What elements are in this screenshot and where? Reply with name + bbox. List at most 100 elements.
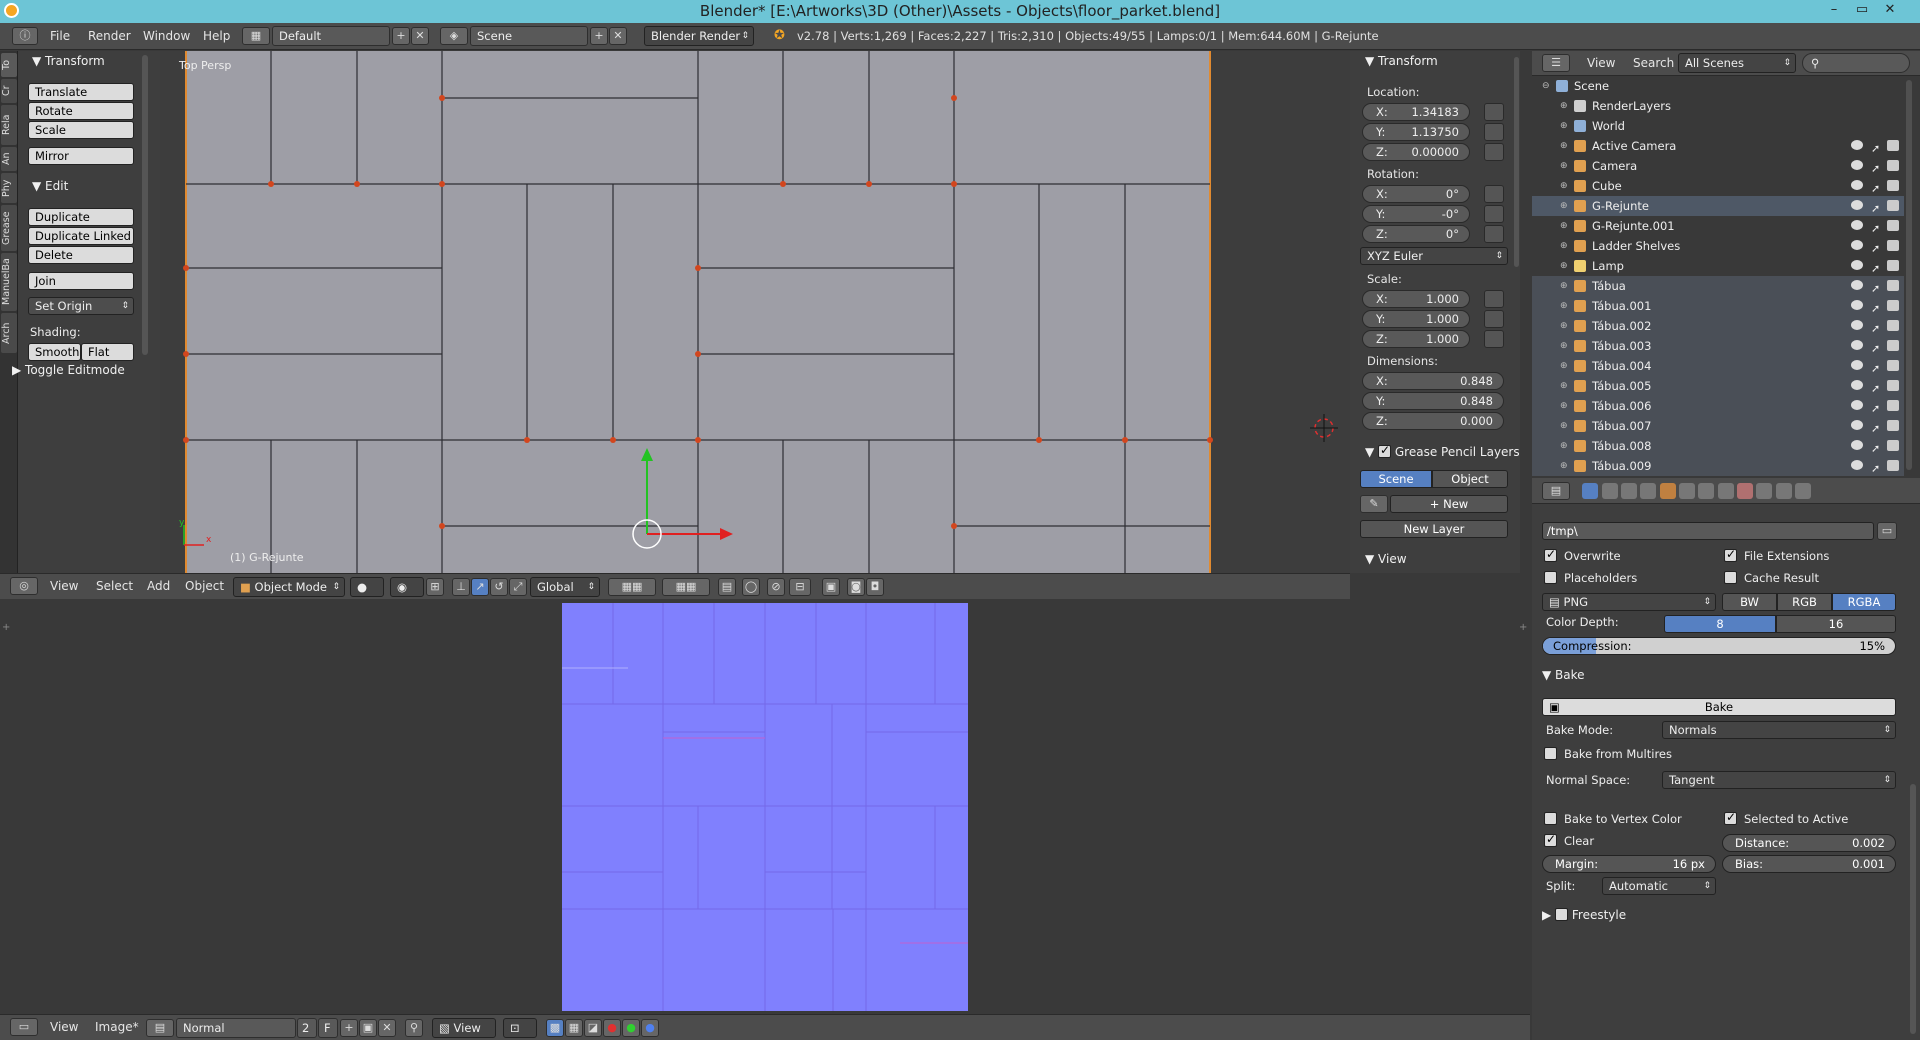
scale-x-field[interactable]: X: 1.000 xyxy=(1362,290,1470,308)
editor-type-properties-icon[interactable]: ▤ xyxy=(1542,482,1570,500)
visibility-eye-icon[interactable] xyxy=(1851,340,1863,350)
menu-window[interactable]: Window xyxy=(143,29,190,43)
panel-expand-right-icon[interactable]: + xyxy=(1519,622,1527,633)
translate-button[interactable]: Translate xyxy=(28,83,134,101)
visibility-eye-icon[interactable] xyxy=(1851,160,1863,170)
expand-toggle-icon[interactable]: ⊕ xyxy=(1560,316,1568,336)
outliner-row[interactable]: ⊕ Tábua.001 ➚ xyxy=(1532,296,1904,316)
opengl-render-icon[interactable]: ▣ xyxy=(822,578,840,596)
outliner-item-name[interactable]: Ladder Shelves xyxy=(1592,236,1680,256)
close-button[interactable]: ✕ xyxy=(1876,0,1904,20)
bake-to-vertex-checkbox[interactable] xyxy=(1544,812,1557,825)
visibility-eye-icon[interactable] xyxy=(1851,300,1863,310)
menu-object[interactable]: Object xyxy=(185,579,224,593)
physics-tab-icon[interactable] xyxy=(1795,483,1811,499)
clear-checkbox[interactable] xyxy=(1544,832,1557,847)
layout-name-field[interactable]: Default xyxy=(272,26,390,46)
outliner-item-name[interactable]: Cube xyxy=(1592,176,1622,196)
expand-toggle-icon[interactable]: ⊕ xyxy=(1560,216,1568,236)
channel-green-icon[interactable]: ● xyxy=(622,1019,640,1037)
constraints-tab-icon[interactable] xyxy=(1679,483,1695,499)
expand-toggle-icon[interactable]: ⊕ xyxy=(1560,456,1568,476)
join-button[interactable]: Join xyxy=(28,272,134,290)
visibility-eye-icon[interactable] xyxy=(1851,420,1863,430)
modifiers-tab-icon[interactable] xyxy=(1698,483,1714,499)
lock-icon[interactable] xyxy=(1484,143,1504,161)
outliner-item-name[interactable]: Tábua.008 xyxy=(1592,436,1651,456)
dimension-x-field[interactable]: X: 0.848 xyxy=(1362,372,1504,390)
remove-layout-icon[interactable]: ✕ xyxy=(411,27,429,45)
scene-icon[interactable]: ◈ xyxy=(440,27,468,45)
outliner-row[interactable]: ⊕ Tábua.002 ➚ xyxy=(1532,316,1904,336)
material-tab-icon[interactable] xyxy=(1737,483,1753,499)
file-format-dropdown[interactable]: ▤ PNG ⇕ xyxy=(1542,593,1716,611)
layer-grid-right-icon[interactable]: ▦▦ xyxy=(662,578,710,596)
visibility-eye-icon[interactable] xyxy=(1851,440,1863,450)
visibility-eye-icon[interactable] xyxy=(1851,200,1863,210)
expand-toggle-icon[interactable]: ⊕ xyxy=(1560,416,1568,436)
scale-y-field[interactable]: Y: 1.000 xyxy=(1362,310,1470,328)
outliner-item-name[interactable]: Tábua.006 xyxy=(1592,396,1651,416)
toggle-editmode-header[interactable]: ▶ Toggle Editmode xyxy=(12,363,125,377)
visibility-eye-icon[interactable] xyxy=(1851,220,1863,230)
editor-type-3d-icon[interactable]: ◎ xyxy=(10,577,38,595)
properties-scrollbar[interactable] xyxy=(1910,784,1916,1034)
pivot-dropdown[interactable]: ◉ xyxy=(390,577,424,597)
normal-map-canvas[interactable] xyxy=(0,600,1530,1014)
outliner-search-input[interactable]: ⚲ xyxy=(1802,53,1910,73)
add-layout-icon[interactable]: + xyxy=(392,27,410,45)
expand-toggle-icon[interactable]: ⊕ xyxy=(1560,196,1568,216)
tab-archimesh[interactable]: Arch xyxy=(1,313,17,353)
grease-pencil-header[interactable]: ▼ Grease Pencil Layers xyxy=(1365,443,1520,459)
expand-toggle-icon[interactable]: ⊕ xyxy=(1560,156,1568,176)
panel-expand-left-icon[interactable]: + xyxy=(2,622,10,633)
visibility-eye-icon[interactable] xyxy=(1851,240,1863,250)
expand-toggle-icon[interactable]: ⊕ xyxy=(1560,176,1568,196)
lock-layers-icon[interactable]: ▤ xyxy=(718,578,736,596)
compression-slider[interactable]: Compression: 15% xyxy=(1542,637,1896,655)
expand-toggle-icon[interactable]: ⊖ xyxy=(1542,76,1550,96)
renderable-camera-icon[interactable] xyxy=(1887,460,1899,471)
tab-create[interactable]: Cr xyxy=(1,79,17,103)
tab-relations[interactable]: Rela xyxy=(1,105,17,145)
scene-name-field[interactable]: Scene xyxy=(470,26,588,46)
expand-toggle-icon[interactable]: ⊕ xyxy=(1560,256,1568,276)
tab-grease-pencil[interactable]: Grease xyxy=(1,205,17,251)
fake-user-toggle[interactable]: F xyxy=(318,1018,338,1038)
new-image-icon[interactable]: + xyxy=(340,1019,358,1037)
channel-red-icon[interactable]: ● xyxy=(603,1019,621,1037)
bake-from-multires-checkbox[interactable] xyxy=(1544,747,1557,760)
rotation-y-field[interactable]: Y: -0° xyxy=(1362,205,1470,223)
renderable-camera-icon[interactable] xyxy=(1887,240,1899,251)
orientation-dropdown[interactable]: Global ⇕ xyxy=(530,577,600,597)
image-browse-icon[interactable]: ▤ xyxy=(146,1019,174,1037)
image-users-count[interactable]: 2 xyxy=(297,1018,317,1038)
layer-grid-left-icon[interactable]: ▦▦ xyxy=(608,578,656,596)
snap-toggle-icon[interactable]: ⊘ xyxy=(767,578,785,596)
expand-toggle-icon[interactable]: ⊕ xyxy=(1560,96,1568,116)
npanel-transform-header[interactable]: ▼ Transform xyxy=(1365,54,1438,68)
visibility-eye-icon[interactable] xyxy=(1851,400,1863,410)
outliner-row[interactable]: ⊕ World xyxy=(1532,116,1904,136)
rotation-x-field[interactable]: X: 0° xyxy=(1362,185,1470,203)
renderable-camera-icon[interactable] xyxy=(1887,200,1899,211)
image-name-field[interactable]: Normal xyxy=(176,1018,296,1038)
viewport-canvas[interactable] xyxy=(160,51,1350,573)
renderable-camera-icon[interactable] xyxy=(1887,320,1899,331)
margin-field[interactable]: Margin: 16 px xyxy=(1542,855,1716,873)
overwrite-checkbox[interactable] xyxy=(1544,547,1557,562)
tab-animation[interactable]: An xyxy=(1,147,17,171)
uv-image-editor[interactable]: + + xyxy=(0,600,1530,1014)
grease-object-button[interactable]: Object xyxy=(1432,470,1508,488)
outliner-row[interactable]: ⊕ Lamp ➚ xyxy=(1532,256,1904,276)
minimize-button[interactable]: – xyxy=(1820,0,1848,20)
render-tab-icon[interactable] xyxy=(1582,483,1598,499)
outliner-row[interactable]: ⊕ G-Rejunte.001 ➚ xyxy=(1532,216,1904,236)
npanel-view-header[interactable]: ▼ View xyxy=(1365,552,1407,566)
color-depth-16-button[interactable]: 16 xyxy=(1776,615,1896,633)
visibility-eye-icon[interactable] xyxy=(1851,360,1863,370)
transform-panel-header[interactable]: ▼ Transform xyxy=(32,54,105,68)
expand-toggle-icon[interactable]: ⊕ xyxy=(1560,276,1568,296)
grease-new-button[interactable]: + New xyxy=(1390,495,1508,513)
outliner-item-name[interactable]: Lamp xyxy=(1592,256,1624,276)
